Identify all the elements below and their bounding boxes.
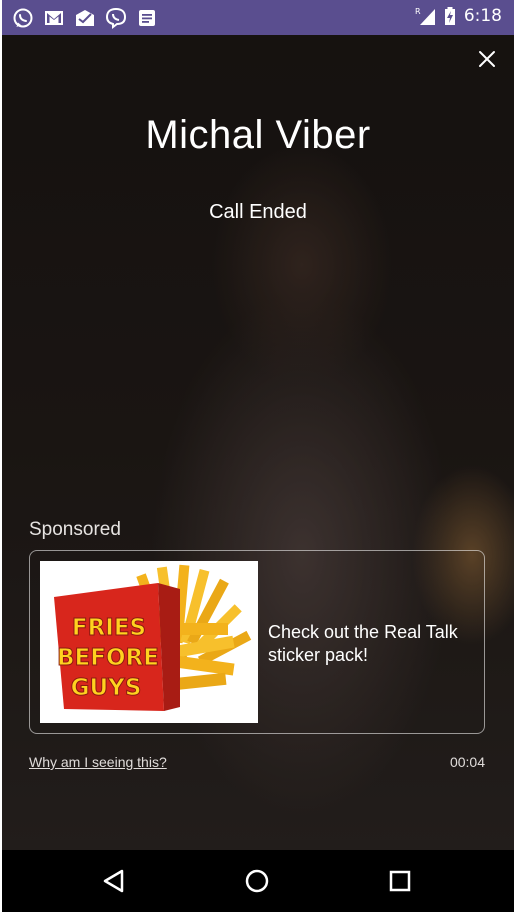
call-duration: 00:04 [449,754,485,770]
sticker-text-line-3: GUYS [71,675,142,701]
back-icon[interactable] [100,866,130,896]
navigation-bar [2,850,514,912]
clock: 6:18 [463,6,502,26]
call-ended-screen: Michal Viber Call Ended Sponsored FRIES … [2,35,514,850]
call-status: Call Ended [209,201,307,223]
sticker-text-line-2: BEFORE [57,645,159,671]
system-status: R 6:18 [414,6,502,26]
why-am-i-seeing-this-link[interactable]: Why am I seeing this? [29,754,167,770]
gmail-icon [45,11,63,25]
close-icon[interactable] [476,48,498,70]
status-bar: R 6:18 [2,0,514,35]
viber-icon [105,7,127,29]
battery-charging-icon [444,7,455,25]
notes-icon [139,10,155,26]
app-frame: R 6:18 Michal Viber Call Ended Sponsored [0,0,516,912]
whatsapp-icon [13,8,33,28]
fries-sticker-image: FRIES BEFORE GUYS [54,564,252,711]
ad-image: FRIES BEFORE GUYS [40,561,258,723]
contact-name: Michal Viber [145,113,371,157]
sponsored-ad-card[interactable]: FRIES BEFORE GUYS Check out the Real Tal… [29,550,485,734]
sticker-text-line-1: FRIES [72,615,146,641]
ad-description: Check out the Real Talk sticker pack! [268,622,458,665]
recents-icon[interactable] [385,866,415,896]
home-icon[interactable] [242,866,272,896]
svg-text:R: R [415,7,421,16]
signal-roaming-icon: R [415,7,435,25]
sponsored-label: Sponsored [29,519,121,540]
notification-icons [12,7,158,29]
inbox-icon [76,10,94,26]
